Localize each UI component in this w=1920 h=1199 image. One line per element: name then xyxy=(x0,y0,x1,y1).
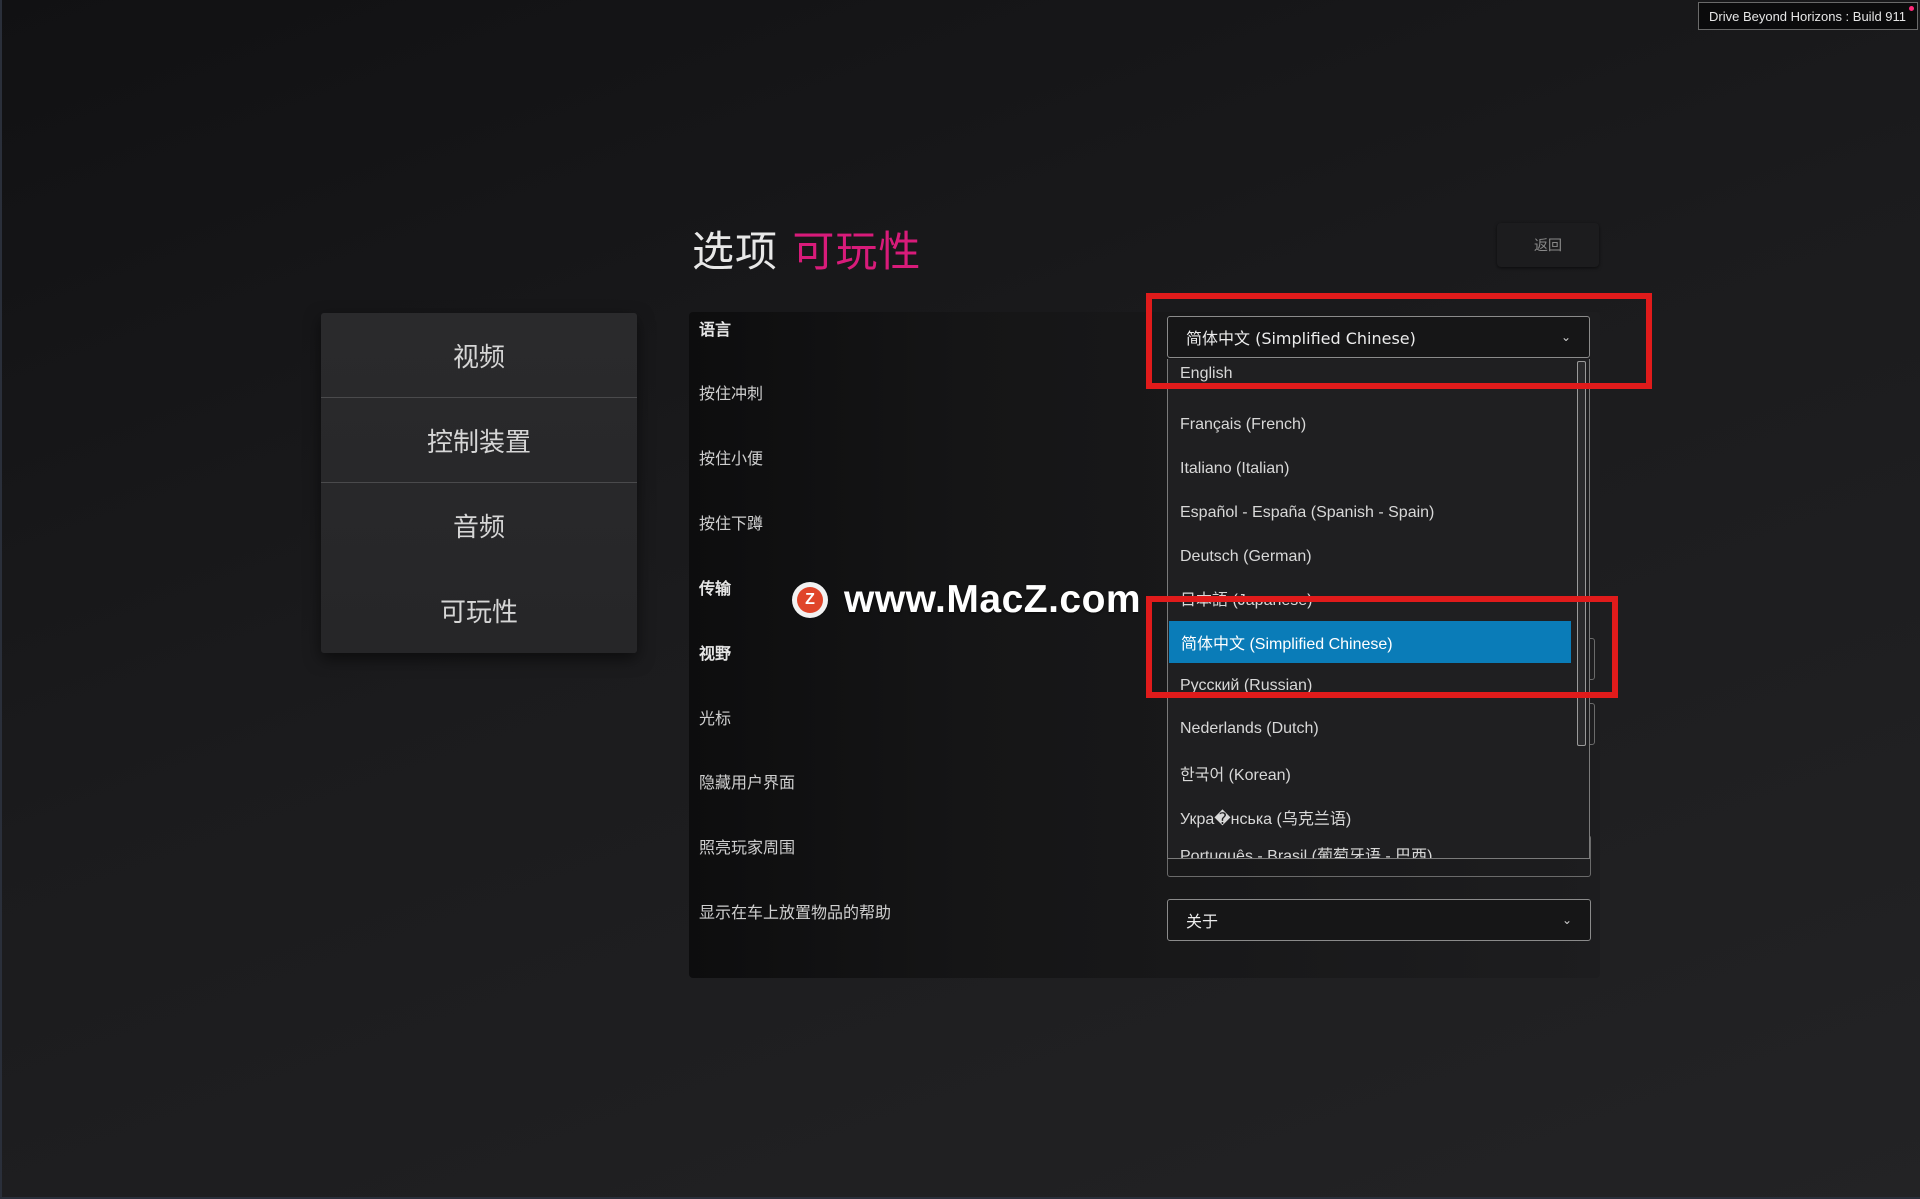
setting-label-illuminate-around-player: 照亮玩家周围 xyxy=(699,838,796,857)
chevron-down-icon: ⌄ xyxy=(1560,330,1571,344)
setting-label-hide-ui: 隐藏用户界面 xyxy=(699,773,796,792)
language-option-dutch[interactable]: Nederlands (Dutch) xyxy=(1168,708,1573,750)
language-select-value: 简体中文 (Simplified Chinese) xyxy=(1186,329,1416,348)
back-button[interactable]: 返回 xyxy=(1497,223,1599,267)
game-options-screen: Drive Beyond Horizons : Build 911 选项 可玩性… xyxy=(0,0,1920,1199)
setting-label-hold-pee: 按住小便 xyxy=(699,449,764,468)
page-title: 选项 可玩性 xyxy=(692,218,921,279)
dropdown-scrollbar[interactable] xyxy=(1577,361,1586,746)
language-dropdown-list: English Français (French) Italiano (Ital… xyxy=(1167,359,1590,859)
item-help-select-value: 关于 xyxy=(1186,912,1219,931)
language-option-english[interactable]: English xyxy=(1168,359,1573,395)
language-option-russian[interactable]: Русский (Russian) xyxy=(1168,665,1573,707)
category-video[interactable]: 视频 xyxy=(321,313,637,398)
setting-label-hold-crouch: 按住下蹲 xyxy=(699,514,764,533)
chevron-down-icon: ⌄ xyxy=(1561,913,1572,927)
setting-label-show-vehicle-item-help: 显示在车上放置物品的帮助 xyxy=(699,903,892,922)
language-option-french[interactable]: Français (French) xyxy=(1168,404,1573,446)
setting-label-language: 语言 xyxy=(699,320,732,339)
item-help-select[interactable]: 关于 ⌄ xyxy=(1167,899,1591,941)
language-option-simplified-chinese[interactable]: 简体中文 (Simplified Chinese) xyxy=(1169,621,1571,663)
notification-dot-icon xyxy=(1909,6,1914,11)
category-gameplay[interactable]: 可玩性 xyxy=(321,568,637,653)
page-title-accent: 可玩性 xyxy=(792,227,922,276)
category-menu: 视频 控制装置 音频 可玩性 xyxy=(321,313,637,653)
watermark-logo-letter: Z xyxy=(797,587,823,613)
language-option-italian[interactable]: Italiano (Italian) xyxy=(1168,448,1573,490)
language-option-spanish[interactable]: Español - España (Spanish - Spain) xyxy=(1168,492,1573,534)
page-title-prefix: 选项 xyxy=(692,227,779,276)
watermark-logo-icon: Z xyxy=(792,582,828,618)
setting-label-transmission: 传输 xyxy=(699,579,732,598)
build-version-badge: Drive Beyond Horizons : Build 911 xyxy=(1698,2,1918,30)
build-version-text: Drive Beyond Horizons : Build 911 xyxy=(1709,8,1907,24)
language-option-portuguese-brazil[interactable]: Português - Brasil (葡萄牙语 - 巴西) xyxy=(1168,833,1573,858)
language-option-german[interactable]: Deutsch (German) xyxy=(1168,536,1573,578)
setting-label-field-of-view: 视野 xyxy=(699,644,732,663)
language-option-japanese[interactable]: 日本語 (Japanese) xyxy=(1168,577,1573,619)
category-audio[interactable]: 音频 xyxy=(321,483,637,568)
watermark-text: www.MacZ.com xyxy=(844,578,1142,621)
watermark: Z www.MacZ.com xyxy=(792,578,1141,622)
category-controls[interactable]: 控制装置 xyxy=(321,398,637,483)
setting-label-hold-sprint: 按住冲刺 xyxy=(699,384,764,403)
language-select[interactable]: 简体中文 (Simplified Chinese) ⌄ xyxy=(1167,316,1590,358)
setting-label-cursor: 光标 xyxy=(699,709,732,728)
language-option-ukrainian[interactable]: Укра�нська (乌克兰语) xyxy=(1168,796,1573,838)
language-option-korean[interactable]: 한국어 (Korean) xyxy=(1168,752,1573,794)
